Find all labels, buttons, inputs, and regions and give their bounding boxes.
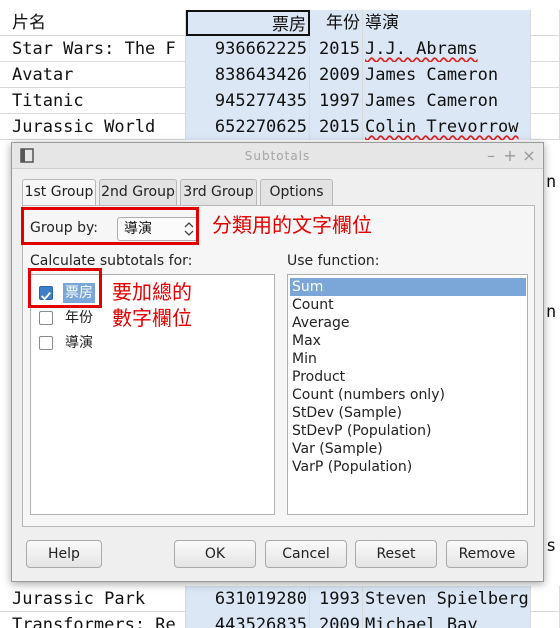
cell-overflow-text: s [546,536,557,556]
cell-title[interactable]: Jurassic World [0,114,186,140]
cell-year[interactable]: 2015 [310,114,363,140]
cell-title[interactable]: Avatar [0,62,186,88]
cell-boxoffice[interactable]: 936662225 [186,36,310,62]
cell-empty[interactable] [531,36,560,62]
cell-overflow-text: n [546,302,557,322]
tab-2nd-group[interactable]: 2nd Group [99,179,177,205]
tab-panel-1st-group: Group by: 導演 Calculate subtotals for: Us… [22,205,535,527]
tab-options[interactable]: Options [260,179,333,205]
close-button[interactable]: × [520,146,538,166]
ok-button[interactable]: OK [174,540,256,568]
function-item-var[interactable]: Var (Sample) [290,440,526,458]
cell-empty[interactable] [531,114,560,140]
cell-boxoffice[interactable]: 652270625 [186,114,310,140]
function-item-varp[interactable]: VarP (Population) [290,458,526,476]
function-item-sum[interactable]: Sum [290,278,526,296]
table-row: Titanic 945277435 1997 James Cameron [0,88,560,114]
header-cell-title[interactable]: 片名 [0,10,186,36]
field-label: 導演 [65,335,93,351]
header-cell-year[interactable]: 年份 [310,10,363,36]
functions-listbox[interactable]: Sum Count Average Max Min Product Count … [287,274,528,515]
cell-boxoffice[interactable]: 631019280 [186,586,310,612]
table-row: Jurassic World 652270625 2015 Colin Trev… [0,114,560,140]
function-item-max[interactable]: Max [290,332,526,350]
table-row: Avatar 838643426 2009 James Cameron [0,62,560,88]
function-item-stdev[interactable]: StDev (Sample) [290,404,526,422]
cell-boxoffice[interactable]: 838643426 [186,62,310,88]
header-cell-boxoffice[interactable]: 票房 [186,10,310,36]
cell-director[interactable]: J.J. Abrams [363,36,531,62]
table-row: Jurassic Park 631019280 1993 Steven Spie… [0,586,560,612]
cell-year[interactable]: 1993 [310,586,363,612]
dialog-titlebar[interactable]: Subtotals – + × [12,143,543,169]
group-by-annotation: 分類用的文字欄位 [212,213,372,237]
cell-director[interactable]: Steven Spielberg [363,586,531,612]
maximize-button[interactable]: + [501,146,519,166]
header-cell-empty[interactable] [531,10,560,36]
reset-button[interactable]: Reset [355,540,437,568]
cell-empty[interactable] [531,88,560,114]
cell-boxoffice[interactable]: 443526835 [186,612,310,628]
function-item-stdevp[interactable]: StDevP (Population) [290,422,526,440]
cell-year[interactable]: 2009 [310,612,363,628]
function-item-product[interactable]: Product [290,368,526,386]
cell-overflow-text: n [546,172,557,192]
field-checkbox[interactable] [39,336,53,350]
function-item-count-numbers[interactable]: Count (numbers only) [290,386,526,404]
dialog-title: Subtotals [244,149,311,163]
cell-director[interactable]: James Cameron [363,88,531,114]
field-label: 年份 [65,310,93,326]
cell-year[interactable]: 1997 [310,88,363,114]
cell-empty[interactable] [531,62,560,88]
minimize-button[interactable]: – [482,146,500,166]
cell-title[interactable]: Star Wars: The F [0,36,186,62]
header-cell-director[interactable]: 導演 [363,10,531,36]
function-item-count[interactable]: Count [290,296,526,314]
help-button[interactable]: Help [26,540,102,568]
cancel-button[interactable]: Cancel [265,540,347,568]
cell-director[interactable]: James Cameron [363,62,531,88]
cell-title[interactable]: Titanic [0,88,186,114]
cell-empty[interactable] [531,586,560,612]
use-function-label: Use function: [287,253,380,269]
header-row: 片名 票房 年份 導演 [0,10,560,36]
remove-button[interactable]: Remove [446,540,528,568]
cell-director[interactable]: Colin Trevorrow [363,114,531,140]
cell-title[interactable]: Transformers: Re [0,612,186,628]
tab-1st-group[interactable]: 1st Group [22,179,96,206]
field-checkbox[interactable] [39,311,53,325]
table-row: Transformers: Re 443526835 2009 Michael … [0,612,560,628]
sum-field-annotation-line1: 要加總的 [112,280,192,304]
cell-year[interactable]: 2015 [310,36,363,62]
sum-field-annotation-line2: 數字欄位 [112,306,192,330]
cell-director[interactable]: Michael Bay [363,612,531,628]
calc-subtotals-label: Calculate subtotals for: [30,253,193,269]
function-item-min[interactable]: Min [290,350,526,368]
field-highlight-box [28,268,102,308]
function-item-average[interactable]: Average [290,314,526,332]
cell-boxoffice[interactable]: 945277435 [186,88,310,114]
cell-empty[interactable] [531,612,560,628]
cell-title[interactable]: Jurassic Park [0,586,186,612]
table-row: Star Wars: The F 936662225 2015 J.J. Abr… [0,36,560,62]
tab-3rd-group[interactable]: 3rd Group [180,179,257,205]
group-by-highlight-box [21,207,199,245]
cell-year[interactable]: 2009 [310,62,363,88]
